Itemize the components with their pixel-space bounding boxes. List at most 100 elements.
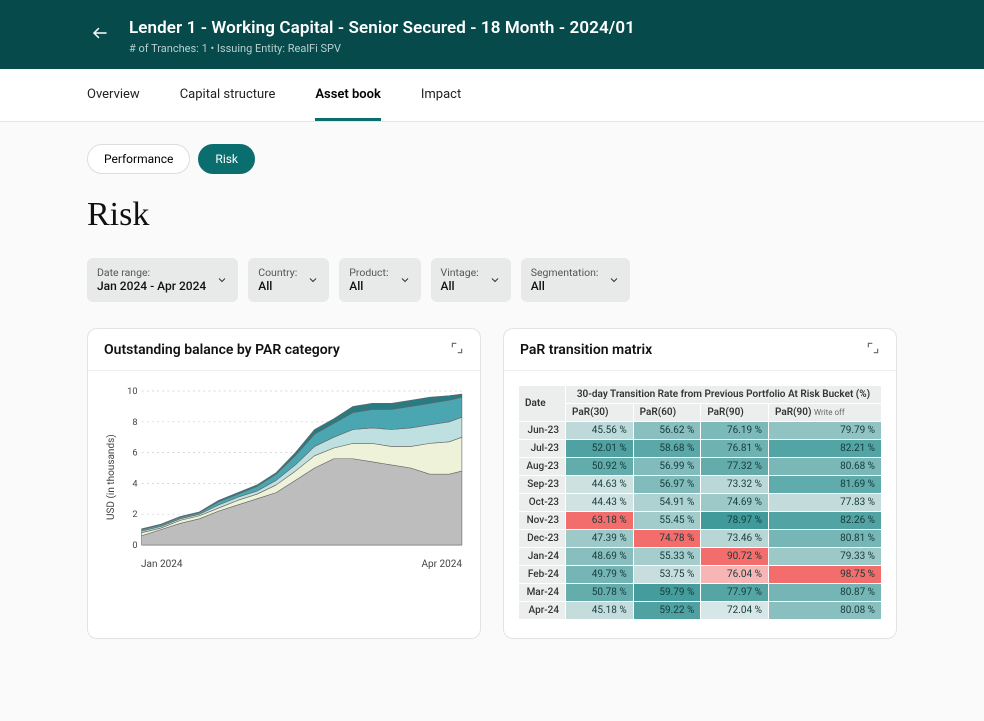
chevron-down-icon [216, 274, 228, 286]
cell-value: 52.01 % [566, 440, 634, 458]
cell-value: 73.32 % [701, 476, 769, 494]
cell-date: Apr-24 [519, 602, 566, 620]
deal-subtitle: # of Tranches: 1 • Issuing Entity: RealF… [129, 42, 635, 55]
cell-value: 98.75 % [768, 566, 881, 584]
cell-date: Oct-23 [519, 494, 566, 512]
table-row: Dec-2347.39 %74.78 %73.46 %80.81 % [519, 530, 882, 548]
expand-button[interactable] [450, 341, 464, 358]
cell-date: Mar-24 [519, 584, 566, 602]
cell-value: 59.22 % [633, 602, 701, 620]
cell-value: 90.72 % [701, 548, 769, 566]
pill-risk[interactable]: Risk [198, 144, 255, 174]
x-axis-end: Apr 2024 [422, 559, 463, 570]
page-title: Risk [87, 196, 897, 234]
chevron-down-icon [399, 274, 411, 286]
chevron-down-icon [307, 274, 319, 286]
svg-text:6: 6 [132, 449, 137, 459]
filter-country[interactable]: Country: All [248, 258, 329, 302]
cell-value: 54.91 % [633, 494, 701, 512]
filter-value: All [441, 279, 479, 294]
cell-value: 45.18 % [566, 602, 634, 620]
table-row: Aug-2350.92 %56.99 %77.32 %80.68 % [519, 458, 882, 476]
cell-value: 49.79 % [566, 566, 634, 584]
filter-vintage[interactable]: Vintage: All [431, 258, 511, 302]
cell-value: 55.45 % [633, 512, 701, 530]
y-axis-label: USD (in thousands) [102, 385, 117, 570]
table-row: Jan-2448.69 %55.33 %90.72 %79.33 % [519, 548, 882, 566]
cell-value: 76.81 % [701, 440, 769, 458]
cell-value: 48.69 % [566, 548, 634, 566]
page-header: Lender 1 - Working Capital - Senior Secu… [0, 0, 984, 69]
expand-button[interactable] [866, 341, 880, 358]
cell-value: 50.78 % [566, 584, 634, 602]
card-title: PaR transition matrix [520, 342, 652, 358]
cell-value: 53.75 % [633, 566, 701, 584]
deal-title: Lender 1 - Working Capital - Senior Secu… [129, 18, 635, 38]
col-date: Date [519, 386, 566, 422]
x-axis-start: Jan 2024 [141, 559, 182, 570]
table-row: Oct-2344.43 %54.91 %74.69 %77.83 % [519, 494, 882, 512]
cell-value: 74.78 % [633, 530, 701, 548]
svg-text:8: 8 [132, 418, 137, 428]
table-row: Nov-2363.18 %55.45 %78.97 %82.26 % [519, 512, 882, 530]
cell-value: 79.79 % [768, 422, 881, 440]
cell-value: 63.18 % [566, 512, 634, 530]
cell-value: 74.69 % [701, 494, 769, 512]
main-tabs: Overview Capital structure Asset book Im… [0, 69, 984, 122]
filter-date-range[interactable]: Date range: Jan 2024 - Apr 2024 [87, 258, 238, 302]
filter-segmentation[interactable]: Segmentation: All [521, 258, 631, 302]
expand-icon [450, 341, 464, 355]
table-row: Apr-2445.18 %59.22 %72.04 %80.08 % [519, 602, 882, 620]
filter-value: All [349, 279, 388, 294]
col-header-top: 30-day Transition Rate from Previous Por… [566, 386, 882, 404]
filter-label: Segmentation: [531, 266, 599, 279]
cell-value: 58.68 % [633, 440, 701, 458]
cell-date: Aug-23 [519, 458, 566, 476]
cell-date: Nov-23 [519, 512, 566, 530]
cell-value: 44.43 % [566, 494, 634, 512]
filter-product[interactable]: Product: All [339, 258, 420, 302]
filter-value: Jan 2024 - Apr 2024 [97, 279, 206, 294]
svg-text:10: 10 [127, 387, 137, 397]
cell-value: 82.21 % [768, 440, 881, 458]
pill-performance[interactable]: Performance [87, 144, 190, 174]
filter-label: Country: [258, 266, 297, 279]
back-button[interactable] [87, 20, 113, 49]
cell-value: 50.92 % [566, 458, 634, 476]
cell-value: 80.68 % [768, 458, 881, 476]
cell-value: 45.56 % [566, 422, 634, 440]
cell-value: 59.79 % [633, 584, 701, 602]
cell-date: Sep-23 [519, 476, 566, 494]
tab-asset-book[interactable]: Asset book [315, 69, 381, 121]
tab-overview[interactable]: Overview [87, 69, 140, 121]
cell-date: Jan-24 [519, 548, 566, 566]
filter-label: Vintage: [441, 266, 479, 279]
par-transition-table: Date 30-day Transition Rate from Previou… [518, 385, 882, 620]
tab-impact[interactable]: Impact [421, 69, 461, 121]
card-title: Outstanding balance by PAR category [104, 342, 340, 358]
cell-value: 77.83 % [768, 494, 881, 512]
filter-value: All [258, 279, 297, 294]
chevron-down-icon [489, 274, 501, 286]
svg-text:4: 4 [132, 480, 137, 490]
table-row: Feb-2449.79 %53.75 %76.04 %98.75 % [519, 566, 882, 584]
col-par60: PaR(60) [633, 404, 701, 422]
cell-date: Feb-24 [519, 566, 566, 584]
filter-bar: Date range: Jan 2024 - Apr 2024 Country:… [87, 258, 897, 302]
card-outstanding-balance: Outstanding balance by PAR category USD … [87, 328, 481, 639]
cell-value: 80.81 % [768, 530, 881, 548]
filter-label: Product: [349, 266, 388, 279]
cell-value: 79.33 % [768, 548, 881, 566]
cell-value: 56.97 % [633, 476, 701, 494]
cell-date: Dec-23 [519, 530, 566, 548]
tab-capital-structure[interactable]: Capital structure [180, 69, 276, 121]
filter-value: All [531, 279, 599, 294]
cell-value: 47.39 % [566, 530, 634, 548]
cell-value: 77.32 % [701, 458, 769, 476]
cell-value: 80.87 % [768, 584, 881, 602]
table-row: Jun-2345.56 %56.62 %76.19 %79.79 % [519, 422, 882, 440]
table-row: Jul-2352.01 %58.68 %76.81 %82.21 % [519, 440, 882, 458]
col-par30: PaR(30) [566, 404, 634, 422]
filter-label: Date range: [97, 266, 206, 279]
table-row: Mar-2450.78 %59.79 %77.97 %80.87 % [519, 584, 882, 602]
